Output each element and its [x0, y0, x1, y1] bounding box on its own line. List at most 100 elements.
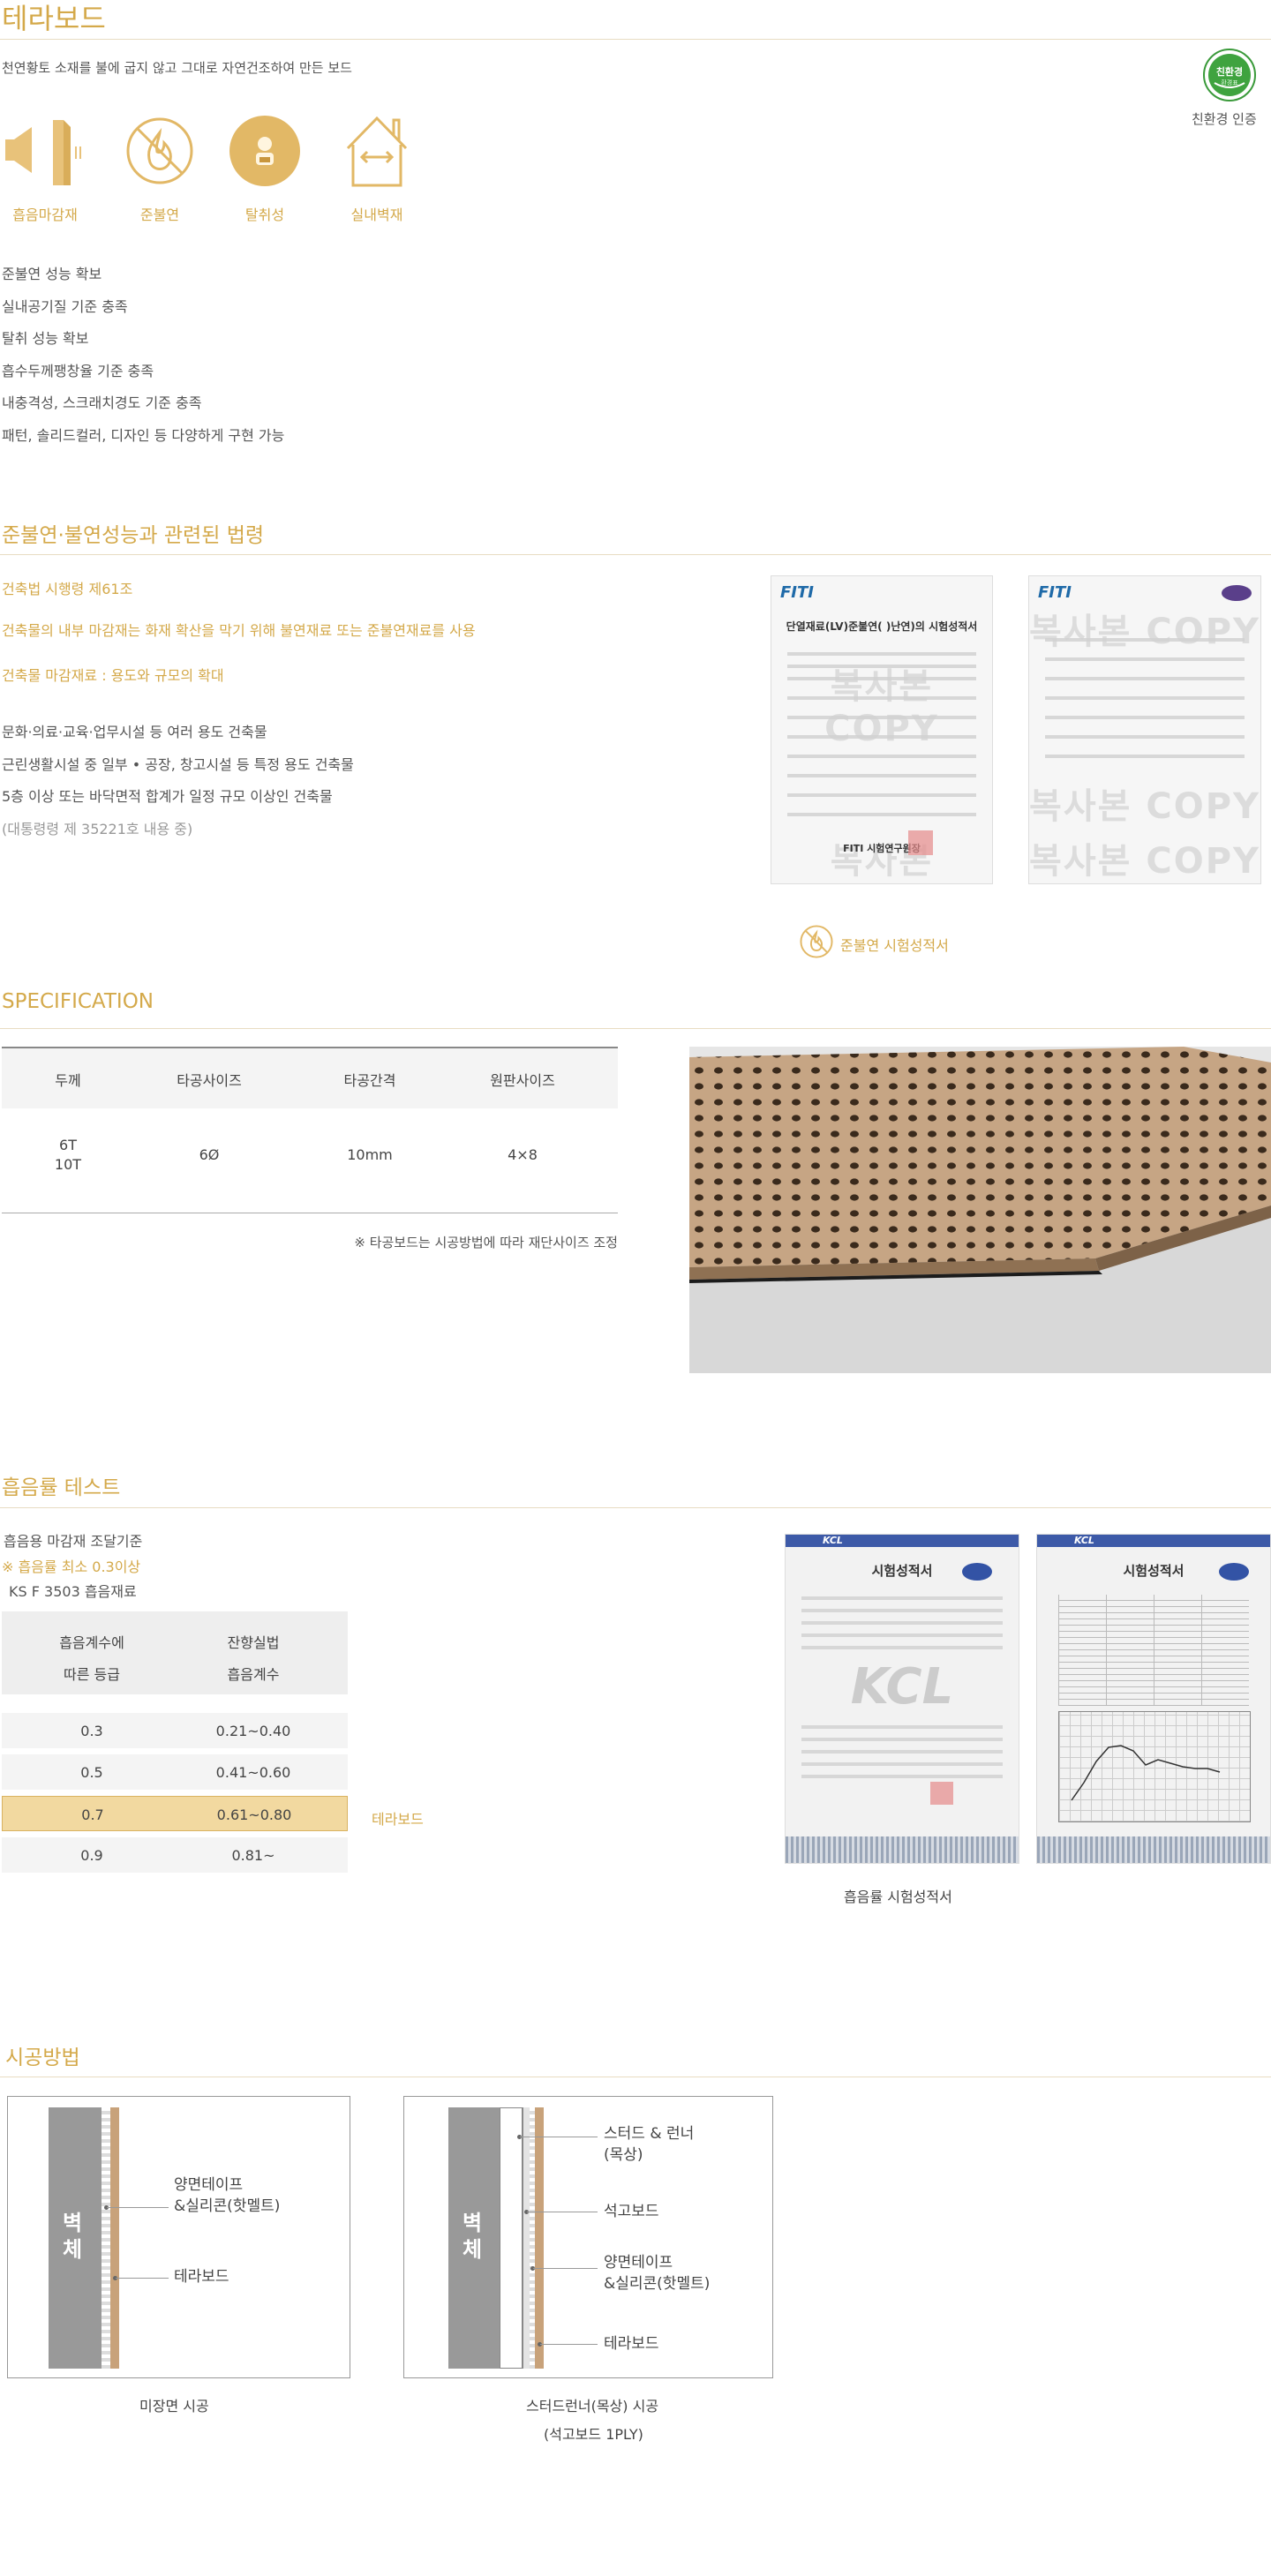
- law-heading: 준불연·불연성능과 관련된 법령: [2, 524, 265, 547]
- law-line: 5층 이상 또는 바닥면적 합계가 일정 규모 이상인 건축물: [2, 788, 333, 805]
- spec-table-row: 6T 10T 6Ø 10mm 4×8: [2, 1108, 618, 1213]
- absorption-line: 흡음용 마감재 조달기준: [4, 1533, 143, 1550]
- law-gold-line: 건축물의 내부 마감재는 화재 확산을 막기 위해 불연재료 또는 준불연재료를…: [2, 622, 476, 639]
- tape-label: 양면테이프: [174, 2176, 244, 2194]
- absorption-heading: 흡음률 테스트: [2, 1476, 121, 1499]
- absorption-divider: [0, 1507, 1271, 1508]
- install-caption-stud-sub: (석고보드 1PLY): [544, 2426, 643, 2443]
- absorption-table-header: 흡음계수에 따른 등급 잔향실법 흡음계수: [2, 1611, 348, 1694]
- icon-label-sound-absorb: 흡음마감재: [12, 207, 78, 223]
- fiti-emblem: [1222, 585, 1252, 601]
- spec-divider: [0, 1028, 1271, 1029]
- spec-header: 원판사이즈: [490, 1072, 555, 1089]
- tape-layer: [102, 2107, 110, 2369]
- spec-panel-size: 4×8: [508, 1146, 538, 1163]
- coef-value: 0.41~0.60: [215, 1764, 291, 1781]
- gypsum-board-label: 석고보드: [604, 2203, 659, 2220]
- coef-value: 0.61~0.80: [216, 1806, 292, 1823]
- coef-value: 0.81~: [231, 1847, 275, 1864]
- absorption-header-grade: 따른 등급: [64, 1666, 120, 1683]
- terra-board-layer: [535, 2107, 544, 2369]
- icon-label-interior-wall: 실내벽재: [350, 207, 403, 223]
- eco-label: 친환경 인증: [1192, 111, 1257, 127]
- fire-cert-title: 단열재료(LV)준불연( )난연)의 시험성적서: [786, 620, 978, 633]
- feature-item: 준불연 성능 확보: [2, 266, 102, 282]
- absorption-header-grade: 흡음계수에: [59, 1634, 124, 1651]
- fire-cert-caption: 준불연 시험성적서: [840, 937, 949, 954]
- law-line: 근린생활시설 중 일부 • 공장, 창고시설 등 특정 용도 건축물: [2, 756, 354, 773]
- spec-hole-spacing: 10mm: [347, 1146, 393, 1163]
- spec-header: 두께: [55, 1072, 81, 1089]
- sound-absorb-icon: [2, 115, 85, 191]
- interior-wall-icon: [342, 111, 411, 189]
- law-divider: [0, 554, 1271, 555]
- absorption-test-certificate-1: KCL 시험성적서 KCL: [785, 1534, 1019, 1864]
- seal-stamp: [908, 830, 933, 855]
- kcl-logo: KCL: [1074, 1535, 1094, 1546]
- copy-watermark: 복사본 COPY: [1029, 612, 1260, 652]
- copy-watermark: 복사본 COPY: [824, 666, 939, 749]
- fiti-stamp-text: FITI 시험연구원장: [843, 843, 921, 854]
- fire-retardant-icon: [125, 116, 194, 185]
- eco-badge-main: 친환경: [1215, 66, 1244, 78]
- absorption-header-coef: 잔향실법: [227, 1634, 280, 1651]
- spec-heading: SPECIFICATION: [2, 990, 154, 1013]
- grade-value: 0.5: [80, 1764, 103, 1781]
- terra-board-row-label: 테라보드: [372, 1811, 424, 1828]
- absorption-graph: [1058, 1711, 1251, 1822]
- tape-label: 양면테이프: [604, 2254, 673, 2272]
- spec-thickness-6t: 6T: [59, 1137, 77, 1153]
- eco-badge-sub: 환경표: [1221, 79, 1238, 86]
- deodorize-icon: [229, 115, 301, 187]
- stud-runner-label: 스터드 & 런너: [604, 2125, 695, 2143]
- absorption-row-highlighted: 0.7 0.61~0.80: [2, 1796, 348, 1831]
- terra-board-label: 테라보드: [174, 2268, 229, 2286]
- install-caption-stud: 스터드런너(목상) 시공: [526, 2398, 659, 2415]
- kcl-watermark: KCL: [850, 1658, 954, 1716]
- copy-watermark: 복사본 COPY: [830, 841, 934, 882]
- seal-stamp: [930, 1782, 953, 1805]
- install-caption-plaster: 미장면 시공: [139, 2398, 209, 2415]
- fiti-logo: FITI: [1038, 583, 1072, 602]
- law-gold-line: 건축법 시행령 제61조: [2, 581, 133, 597]
- page-title: 테라보드: [2, 2, 106, 35]
- feature-item: 흡수두께팽창율 기준 충족: [2, 363, 154, 379]
- copy-watermark: 복사본 COPY: [1029, 786, 1260, 827]
- feature-item: 패턴, 솔리드컬러, 디자인 등 다양하게 구현 가능: [2, 427, 285, 444]
- grade-value: 0.7: [81, 1806, 104, 1823]
- absorption-row: 0.9 0.81~: [2, 1837, 348, 1873]
- spec-header: 타공간격: [343, 1072, 396, 1089]
- coef-value: 0.21~0.40: [215, 1723, 291, 1739]
- wall-label: 벽체: [63, 2211, 83, 2262]
- law-line: 문화·의료·교육·업무시설 등 여러 용도 건축물: [2, 724, 267, 740]
- feature-item: 내충격성, 스크래치경도 기준 충족: [2, 394, 202, 411]
- feature-item: 탈취 성능 확보: [2, 330, 89, 347]
- kcl-logo: KCL: [823, 1535, 843, 1546]
- spec-hole-size: 6Ø: [199, 1146, 220, 1163]
- absorption-cert-caption: 흡음률 시험성적서: [844, 1889, 952, 1905]
- absorption-test-certificate-2: KCL 시험성적서: [1036, 1534, 1271, 1864]
- eco-certification-icon: 친환경 환경표: [1202, 48, 1257, 102]
- copy-watermark: 복사본 COPY: [1029, 841, 1260, 882]
- absorption-row: 0.5 0.41~0.60: [2, 1754, 348, 1790]
- icon-label-fire-retardant: 준불연: [139, 207, 180, 223]
- spec-thickness-10t: 10T: [54, 1156, 82, 1173]
- install-diagram-plaster: 벽체 양면테이프 &실리콘(핫멜트) 테라보드: [7, 2096, 350, 2378]
- absorption-minimum: ※ 흡음률 최소 0.3이상: [2, 1558, 141, 1575]
- grade-value: 0.9: [80, 1847, 103, 1864]
- absorption-header-coef: 흡음계수: [227, 1666, 280, 1683]
- install-diagram-stud: 벽체 스터드 & 런너 (목상) 석고보드 양면테이프 &실리콘(핫멜트) 테라…: [403, 2096, 773, 2378]
- silicone-label: &실리콘(핫멜트): [174, 2197, 281, 2215]
- stud-runner: [500, 2107, 523, 2369]
- absorption-standard: KS F 3503 흡음재료: [9, 1583, 137, 1600]
- grade-value: 0.3: [80, 1723, 103, 1739]
- wall-label: 벽체: [463, 2211, 483, 2262]
- perforated-board-photo: [689, 1047, 1271, 1373]
- terra-board-layer: [110, 2107, 119, 2369]
- spec-note: ※ 타공보드는 시공방법에 따라 재단사이즈 조정: [354, 1235, 618, 1250]
- law-gold-line: 건축물 마감재료 : 용도와 규모의 확대: [2, 667, 224, 684]
- spec-table-header: 두께 타공사이즈 타공간격 원판사이즈: [2, 1047, 618, 1108]
- subtitle: 천연황토 소재를 불에 굽지 않고 그대로 자연건조하여 만든 보드: [2, 60, 352, 76]
- law-note: (대통령령 제 35221호 내용 중): [2, 821, 193, 837]
- fiti-logo: FITI: [780, 583, 814, 602]
